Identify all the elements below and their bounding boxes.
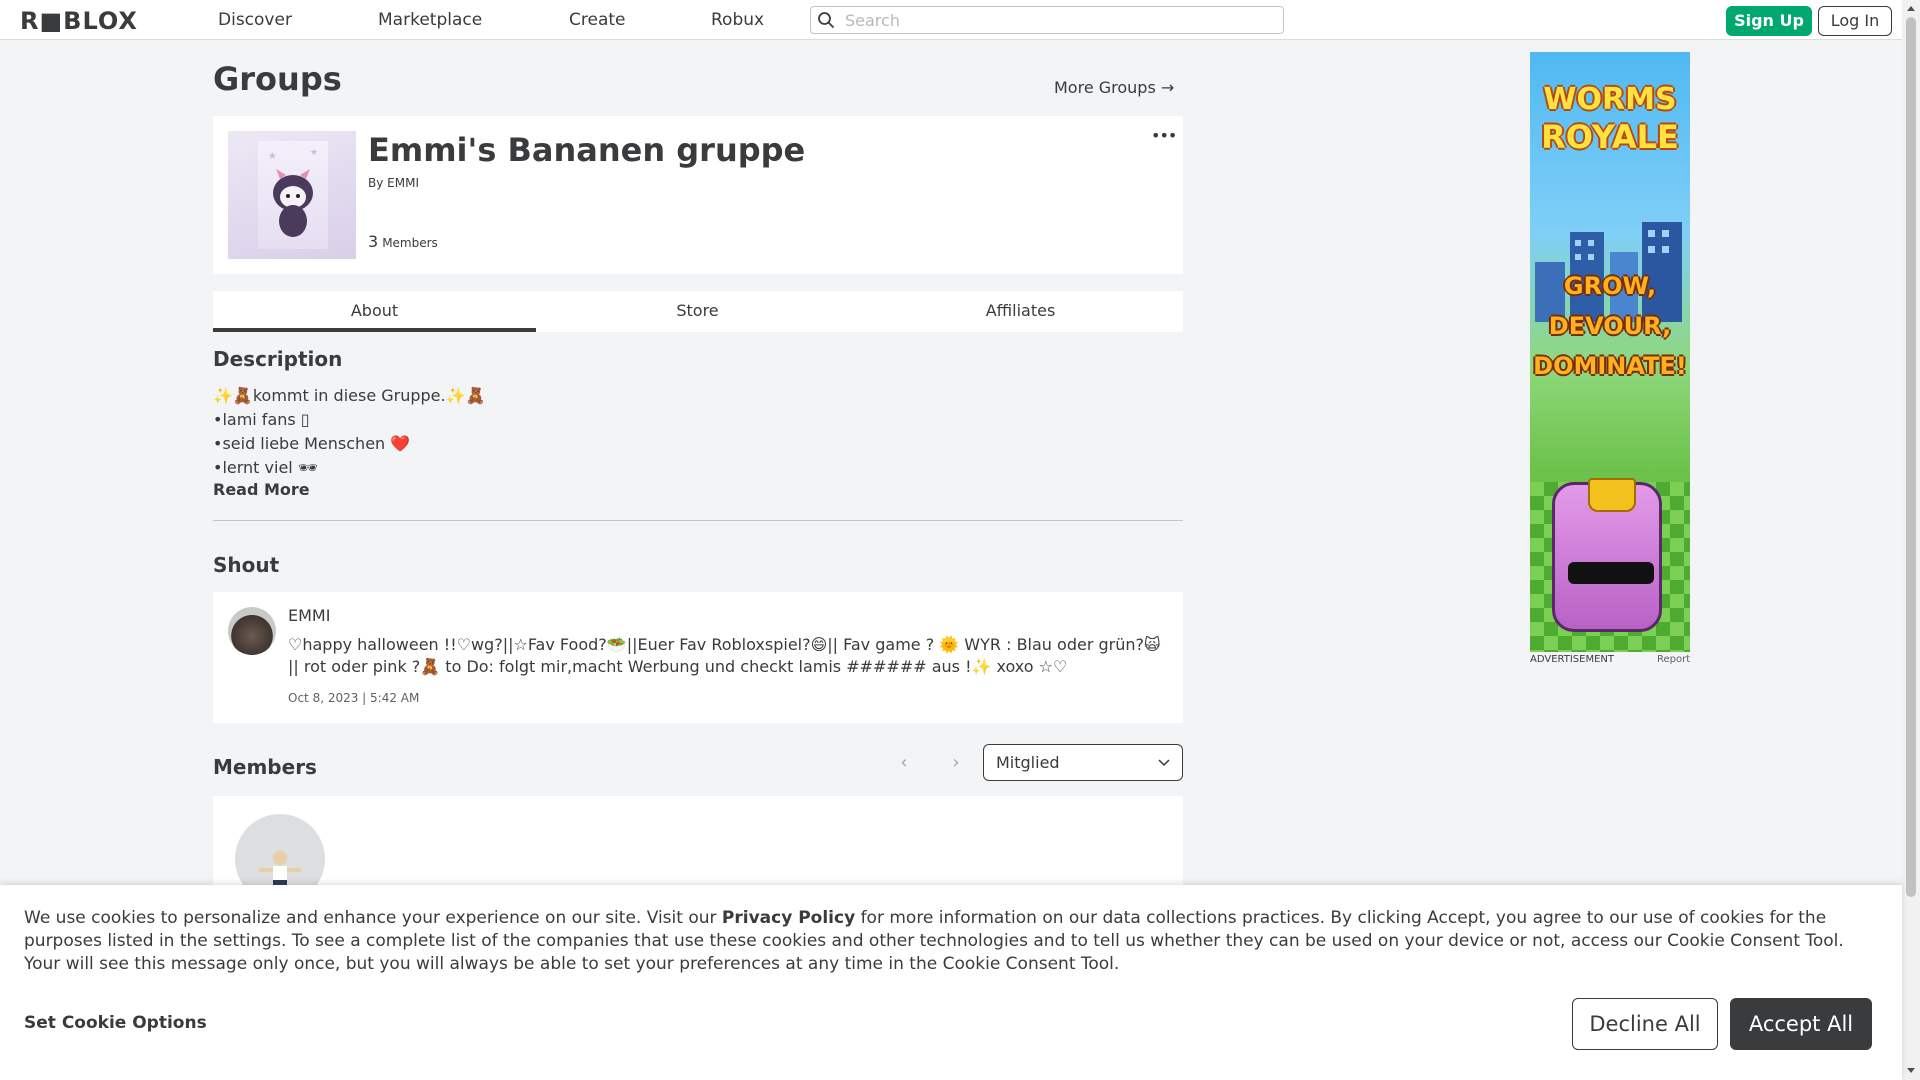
description-line: •lernt viel 🕶	[213, 458, 319, 477]
rank-dropdown-value: Mitglied	[996, 753, 1060, 772]
members-prev-page-icon[interactable]: ‹	[894, 752, 914, 773]
members-title: Members	[213, 755, 317, 779]
search-input[interactable]	[843, 9, 1273, 31]
member-count-label: Members	[382, 236, 438, 250]
ad-slogan-line: GROW,	[1563, 272, 1657, 300]
group-owner-line: By EMMI	[368, 176, 419, 190]
nav-link-marketplace[interactable]: Marketplace	[378, 10, 482, 30]
accept-all-button[interactable]: Accept All	[1730, 998, 1872, 1050]
svg-text:★: ★	[310, 148, 318, 158]
search-box	[810, 6, 1284, 34]
advertisement-label: ADVERTISEMENT	[1530, 654, 1615, 665]
top-navigation: R■BLOX Discover Marketplace Create Robux…	[0, 0, 1902, 40]
shout-card: EMMI ♡happy halloween !!♡wg?||☆Fav Food?…	[213, 592, 1183, 723]
members-next-page-icon[interactable]: ›	[946, 752, 966, 773]
group-menu-icon[interactable]: •••	[1151, 126, 1177, 145]
scroll-up-arrow-icon[interactable]	[1907, 6, 1915, 11]
more-groups-link[interactable]: More Groups →	[1054, 78, 1174, 97]
description-text: ✨🧸kommt in diese Gruppe.✨🧸 •lami fans ▯ …	[213, 384, 485, 480]
cookie-message: We use cookies to personalize and enhanc…	[24, 907, 1884, 976]
ad-title-line1: WORMS	[1543, 82, 1677, 117]
page-scrollbar[interactable]	[1902, 0, 1920, 1080]
privacy-policy-link[interactable]: Privacy Policy	[722, 908, 855, 928]
tab-affiliates[interactable]: Affiliates	[859, 291, 1182, 332]
group-emblem-image: ★ ★	[228, 131, 356, 259]
ad-slogan-line: DEVOUR,	[1548, 312, 1672, 340]
ad-title-line2: ROYALE	[1541, 118, 1679, 156]
log-in-button[interactable]: Log In	[1818, 6, 1892, 36]
shout-timestamp: Oct 8, 2023 | 5:42 AM	[288, 691, 420, 705]
ad-crown-icon	[1588, 478, 1636, 512]
search-icon	[818, 12, 834, 28]
group-member-count: 3 Members	[368, 232, 438, 251]
description-line: •seid liebe Menschen ❤️	[213, 434, 411, 453]
description-line: ✨🧸kommt in diese Gruppe.✨🧸	[213, 386, 486, 405]
group-tabs: About Store Affiliates	[213, 291, 1183, 332]
scrollbar-thumb[interactable]	[1906, 17, 1916, 897]
cookie-text-before: We use cookies to personalize and enhanc…	[24, 908, 722, 928]
roblox-logo[interactable]: R■BLOX	[20, 7, 138, 35]
scroll-down-arrow-icon[interactable]	[1907, 1068, 1915, 1073]
member-count-value: 3	[368, 232, 379, 251]
decline-all-button[interactable]: Decline All	[1572, 998, 1718, 1050]
section-divider	[213, 520, 1183, 521]
by-label: By	[368, 176, 384, 190]
ad-sunglasses-icon	[1568, 562, 1654, 584]
svg-text:★: ★	[268, 151, 277, 162]
chevron-down-icon	[1158, 759, 1170, 767]
read-more-link[interactable]: Read More	[213, 480, 310, 499]
tab-store[interactable]: Store	[536, 291, 859, 332]
nav-link-create[interactable]: Create	[569, 10, 626, 30]
description-title: Description	[213, 347, 343, 371]
group-emblem-art: ★ ★	[258, 141, 328, 249]
ad-slogan-line: DOMINATE!	[1533, 352, 1687, 380]
shout-author-avatar[interactable]	[228, 607, 276, 655]
ad-city-buildings-icon	[1535, 222, 1682, 322]
advertisement-banner[interactable]: WORMS ROYALE GROW, DEVOUR, DOMINATE!	[1530, 52, 1690, 652]
ad-report-link[interactable]: Report	[1657, 654, 1690, 665]
nav-link-discover[interactable]: Discover	[218, 10, 292, 30]
shout-title: Shout	[213, 553, 280, 577]
page-title: Groups	[213, 60, 342, 98]
group-owner-link[interactable]: EMMI	[387, 176, 419, 190]
kuromi-character-icon: ★ ★	[268, 148, 318, 237]
shout-author-name[interactable]: EMMI	[288, 606, 330, 625]
nav-link-robux[interactable]: Robux	[711, 10, 764, 30]
members-rank-dropdown[interactable]: Mitglied	[983, 744, 1183, 781]
group-name: Emmi's Bananen gruppe	[368, 131, 806, 169]
shout-message: ♡happy halloween !!♡wg?||☆Fav Food?🥗||Eu…	[288, 635, 1161, 676]
set-cookie-options-link[interactable]: Set Cookie Options	[24, 1013, 207, 1033]
sign-up-button[interactable]: Sign Up	[1726, 6, 1812, 36]
cookie-consent-banner: We use cookies to personalize and enhanc…	[0, 885, 1902, 1080]
group-header-card: ★ ★ Emmi's Bananen gruppe By EMMI 3 Membe…	[213, 116, 1183, 274]
description-line: •lami fans ▯	[213, 410, 310, 429]
tab-about[interactable]: About	[213, 291, 536, 332]
